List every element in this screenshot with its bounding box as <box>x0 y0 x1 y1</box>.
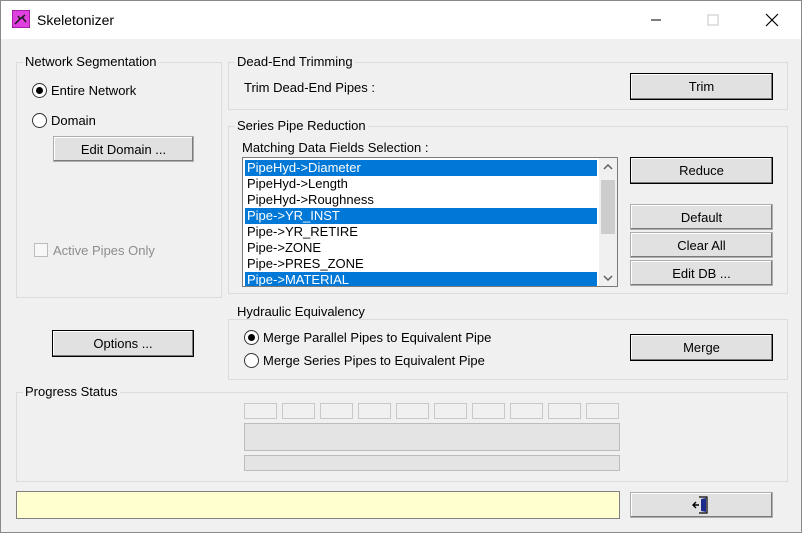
trim-button[interactable]: Trim <box>630 73 773 100</box>
entire-network-label[interactable]: Entire Network <box>51 83 136 98</box>
list-item[interactable]: PipeHyd->Roughness <box>245 192 597 208</box>
progress-status-label: Progress Status <box>23 384 120 399</box>
options-button[interactable]: Options ... <box>52 330 194 357</box>
list-item[interactable]: PipeHyd->Length <box>245 176 597 192</box>
reduce-button[interactable]: Reduce <box>630 157 773 184</box>
dead-end-trimming-label: Dead-End Trimming <box>235 54 355 69</box>
progress-segment <box>244 403 277 419</box>
list-item[interactable]: Pipe->YR_RETIRE <box>245 224 597 240</box>
entire-network-radio[interactable] <box>32 83 47 98</box>
default-button[interactable]: Default <box>630 204 773 230</box>
edit-domain-button[interactable]: Edit Domain ... <box>53 136 194 162</box>
series-pipe-reduction-label: Series Pipe Reduction <box>235 118 368 133</box>
edit-db-button[interactable]: Edit DB ... <box>630 260 773 286</box>
progress-segment <box>358 403 391 419</box>
progress-segment <box>434 403 467 419</box>
skeleton-app-icon <box>12 10 30 28</box>
status-message-field <box>16 491 620 519</box>
active-pipes-only-label[interactable]: Active Pipes Only <box>53 243 155 258</box>
window-title: Skeletonizer <box>37 12 115 28</box>
clear-all-button[interactable]: Clear All <box>630 232 773 258</box>
list-item[interactable]: PipeHyd->Diameter <box>245 160 597 176</box>
merge-button[interactable]: Merge <box>630 334 773 361</box>
domain-radio[interactable] <box>32 113 47 128</box>
progress-segment <box>320 403 353 419</box>
list-item[interactable]: Pipe->YR_INST <box>245 208 597 224</box>
progress-segment <box>282 403 315 419</box>
maximize-icon <box>707 14 719 26</box>
scroll-up-button[interactable] <box>599 158 617 175</box>
hydraulic-equivalency-label: Hydraulic Equivalency <box>235 304 367 319</box>
minimize-icon <box>651 19 661 21</box>
exit-door-icon <box>691 496 708 514</box>
chevron-up-icon <box>603 163 613 170</box>
progress-segment <box>586 403 619 419</box>
scroll-down-button[interactable] <box>599 269 617 286</box>
matching-fields-label: Matching Data Fields Selection : <box>242 140 429 155</box>
merge-series-radio[interactable] <box>244 353 259 368</box>
exit-button[interactable] <box>630 492 773 518</box>
progress-segment <box>396 403 429 419</box>
list-scrollbar[interactable] <box>599 158 617 286</box>
merge-parallel-label[interactable]: Merge Parallel Pipes to Equivalent Pipe <box>263 330 491 345</box>
merge-series-label[interactable]: Merge Series Pipes to Equivalent Pipe <box>263 353 485 368</box>
skeletonizer-window: Skeletonizer Network Segmentation Entire… <box>0 0 802 533</box>
close-icon <box>765 13 779 27</box>
trim-dead-end-pipes-label: Trim Dead-End Pipes : <box>244 80 376 95</box>
minimize-button[interactable] <box>633 1 679 39</box>
close-button[interactable] <box>749 1 795 39</box>
title-bar[interactable]: Skeletonizer <box>1 1 801 39</box>
progress-bar <box>244 455 620 471</box>
maximize-button[interactable] <box>690 1 736 39</box>
active-pipes-only-checkbox[interactable] <box>34 243 48 257</box>
progress-segment <box>510 403 543 419</box>
progress-segment <box>548 403 581 419</box>
merge-parallel-radio[interactable] <box>244 330 259 345</box>
network-segmentation-label: Network Segmentation <box>23 54 159 69</box>
progress-segment <box>472 403 505 419</box>
progress-panel <box>244 423 620 451</box>
list-item[interactable]: Pipe->MATERIAL <box>245 272 597 286</box>
list-item[interactable]: Pipe->ZONE <box>245 240 597 256</box>
chevron-down-icon <box>603 274 613 281</box>
scroll-thumb[interactable] <box>601 180 615 234</box>
list-item[interactable]: Pipe->PRES_ZONE <box>245 256 597 272</box>
domain-label[interactable]: Domain <box>51 113 96 128</box>
matching-fields-listbox[interactable]: PipeHyd->Diameter PipeHyd->Length PipeHy… <box>242 157 618 287</box>
